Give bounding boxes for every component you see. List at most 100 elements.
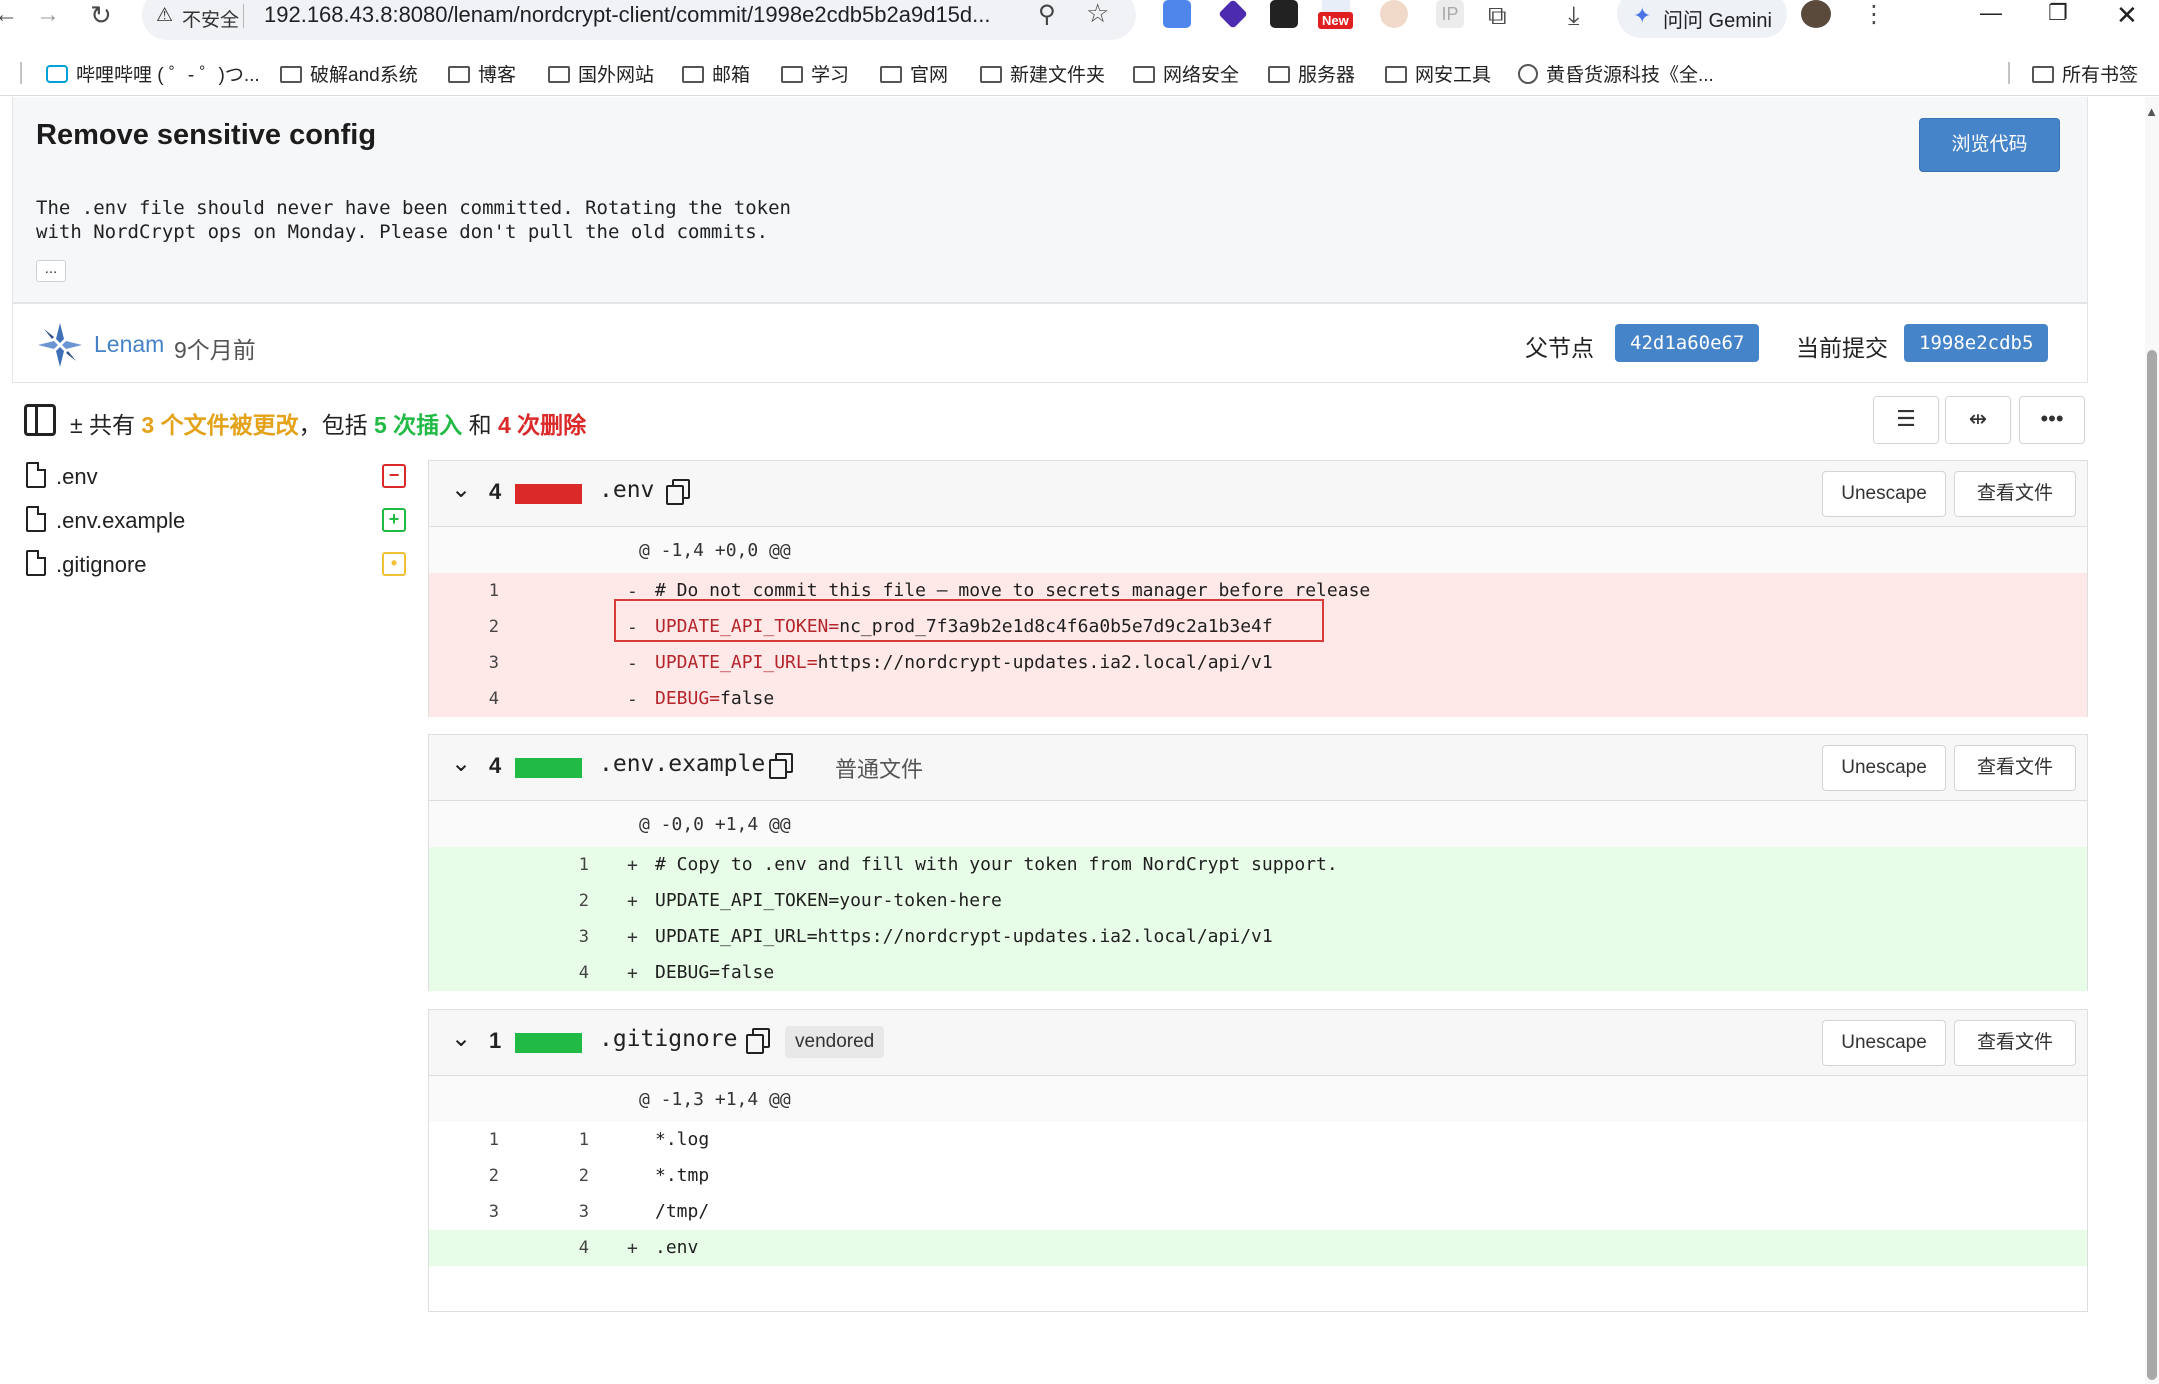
scroll-up-arrow-icon[interactable]: ▲ [2145, 104, 2158, 119]
author-name[interactable]: Lenam [94, 331, 164, 358]
file-deleted-icon: − [382, 464, 406, 488]
extension-blocker-icon[interactable] [1380, 0, 1408, 28]
scrollbar-thumb[interactable] [2147, 350, 2157, 1380]
globe-icon [1518, 64, 1538, 84]
zoom-icon[interactable]: ⚲ [1038, 0, 1056, 29]
bookmarks-bar: 哔哩哔哩 ( ゜- ゜)つ... 破解and系统 博客 国外网站 邮箱 学习 官… [0, 50, 2159, 96]
toggle-file-tree-icon[interactable] [24, 404, 56, 436]
copy-path-icon[interactable] [746, 1028, 770, 1054]
file-icon [26, 462, 46, 488]
view-file-button[interactable]: 查看文件 [1954, 1020, 2076, 1066]
diff-file-name: .env [599, 477, 655, 503]
view-file-button[interactable]: 查看文件 [1954, 471, 2076, 517]
warning-icon: ⚠ [156, 5, 174, 26]
unescape-button[interactable]: Unescape [1822, 1020, 1946, 1066]
code-text: # Copy to .env and fill with your token … [655, 854, 1338, 875]
bookmark-folder-study[interactable]: 学习 [781, 60, 849, 87]
diff-sign: + [627, 927, 638, 948]
whitespace-toggle-button[interactable]: ☰ [1873, 396, 1939, 444]
hunk-header: @ -1,4 +0,0 @@ [429, 527, 2087, 573]
extension-dark-icon[interactable] [1270, 0, 1298, 28]
bookmark-folder-foreign[interactable]: 国外网站 [548, 60, 654, 87]
bookmark-label: 邮箱 [712, 65, 751, 86]
commit-title: Remove sensitive config [36, 119, 377, 151]
bookmark-folder-crack[interactable]: 破解and系统 [280, 60, 418, 87]
extension-diamond-icon[interactable] [1218, 0, 1248, 29]
url-text[interactable]: 192.168.43.8:8080/lenam/nordcrypt-client… [264, 2, 991, 28]
more-options-button[interactable]: ••• [2019, 396, 2085, 444]
bookmark-huanghun[interactable]: 黄昏货源科技《全... [1518, 60, 1714, 87]
insecure-label: 不安全 [182, 10, 240, 31]
view-file-button[interactable]: 查看文件 [1954, 745, 2076, 791]
commit-page: Remove sensitive config 浏览代码 The .env fi… [0, 97, 2159, 1384]
bookmark-folder-new[interactable]: 新建文件夹 [980, 60, 1105, 87]
reload-icon[interactable]: ↻ [90, 0, 112, 30]
copy-path-icon[interactable] [666, 479, 690, 505]
download-icon[interactable]: ⤓ [1568, 0, 1580, 30]
bookmark-bilibili[interactable]: 哔哩哔哩 ( ゜- ゜)つ... [46, 60, 260, 87]
address-divider [243, 4, 244, 28]
translate-extension-icon[interactable] [1163, 0, 1191, 28]
expand-message-button[interactable]: ... [36, 260, 66, 282]
close-window-icon[interactable]: ✕ [2116, 0, 2138, 31]
bookmark-folder-official[interactable]: 官网 [880, 60, 948, 87]
gemini-button[interactable]: ✦ 问问 Gemini [1617, 0, 1787, 38]
back-icon[interactable]: ← [0, 0, 18, 30]
file-tree-item[interactable]: .env.example + [24, 504, 414, 536]
files-changed-link[interactable]: 3 个文件被更改 [141, 412, 298, 438]
deletion-bar [515, 484, 582, 504]
author-bar: Lenam 9个月前 父节点 42d1a60e67 当前提交 1998e2cdb… [12, 303, 2088, 383]
browser-toolbar: ← → ↻ ⚠ 不安全 192.168.43.8:8080/lenam/nord… [0, 0, 2159, 50]
file-tree-name[interactable]: .env [56, 464, 98, 490]
file-tree-name[interactable]: .env.example [56, 508, 185, 534]
gemini-spark-icon: ✦ [1633, 3, 1652, 28]
file-tree-name[interactable]: .gitignore [56, 552, 147, 578]
diff-line-added: 2 + UPDATE_API_TOKEN=your-token-here [429, 883, 2087, 919]
bookmark-folder-blog[interactable]: 博客 [448, 60, 516, 87]
code-text: DEBUG=false [655, 962, 775, 983]
folder-icon [448, 66, 470, 83]
bookmark-folder-mail[interactable]: 邮箱 [682, 60, 750, 87]
profile-avatar[interactable] [1801, 0, 1831, 28]
copy-path-icon[interactable] [769, 753, 793, 779]
collapse-chevron-icon[interactable]: ⌄ [451, 1024, 471, 1053]
bookmark-folder-server[interactable]: 服务器 [1268, 60, 1355, 87]
parent-sha-button[interactable]: 42d1a60e67 [1615, 324, 1760, 362]
browse-code-button[interactable]: 浏览代码 [1919, 118, 2060, 172]
ip-extension-icon[interactable]: IP [1436, 0, 1464, 28]
bookmark-folder-tools[interactable]: 网安工具 [1385, 60, 1491, 87]
current-commit-label: 当前提交 [1796, 335, 1888, 361]
current-sha-button[interactable]: 1998e2cdb5 [1904, 324, 2049, 362]
bookmark-label: 官网 [910, 65, 949, 86]
browser-menu-icon[interactable]: ⋮ [1862, 0, 1886, 30]
collapse-chevron-icon[interactable]: ⌄ [451, 749, 471, 778]
bookmark-folder-security[interactable]: 网络安全 [1133, 60, 1239, 87]
code-text: UPDATE_API_URL=https://nordcrypt-updates… [655, 926, 1273, 947]
hunk-range: @ -0,0 +1,4 @@ [639, 814, 791, 835]
bookmarks-divider [20, 62, 22, 84]
code-key: DEBUG= [655, 688, 721, 709]
split-view-button[interactable]: ⇹ [1945, 396, 2011, 444]
unescape-button[interactable]: Unescape [1822, 471, 1946, 517]
restore-icon[interactable]: ❐ [2048, 0, 2068, 26]
forward-icon[interactable]: → [36, 0, 60, 30]
address-bar[interactable]: ⚠ 不安全 192.168.43.8:8080/lenam/nordcrypt-… [142, 0, 1136, 40]
diff-line-deleted: 4 - DEBUG=false [429, 681, 2087, 717]
file-tree-item[interactable]: .env − [24, 460, 414, 492]
bookmark-label: 新建文件夹 [1010, 65, 1106, 86]
file-tree-item[interactable]: .gitignore • [24, 548, 414, 580]
code-key: UPDATE_API_URL= [655, 652, 818, 673]
parent-label: 父节点 [1525, 335, 1594, 361]
folder-icon [880, 66, 902, 83]
all-bookmarks[interactable]: 所有书签 [2032, 60, 2138, 87]
author-avatar[interactable] [36, 321, 84, 369]
unescape-button[interactable]: Unescape [1822, 745, 1946, 791]
insertions-count: 5 次插入 [373, 412, 463, 438]
addition-bar [515, 758, 582, 778]
extensions-puzzle-icon[interactable]: ⧉ [1488, 0, 1507, 30]
bookmark-star-icon[interactable]: ☆ [1086, 0, 1109, 29]
code-text: UPDATE_API_TOKEN=your-token-here [655, 890, 1002, 911]
minimize-icon[interactable]: — [1980, 0, 2002, 26]
bookmark-label: 博客 [478, 65, 517, 86]
collapse-chevron-icon[interactable]: ⌄ [451, 475, 471, 504]
